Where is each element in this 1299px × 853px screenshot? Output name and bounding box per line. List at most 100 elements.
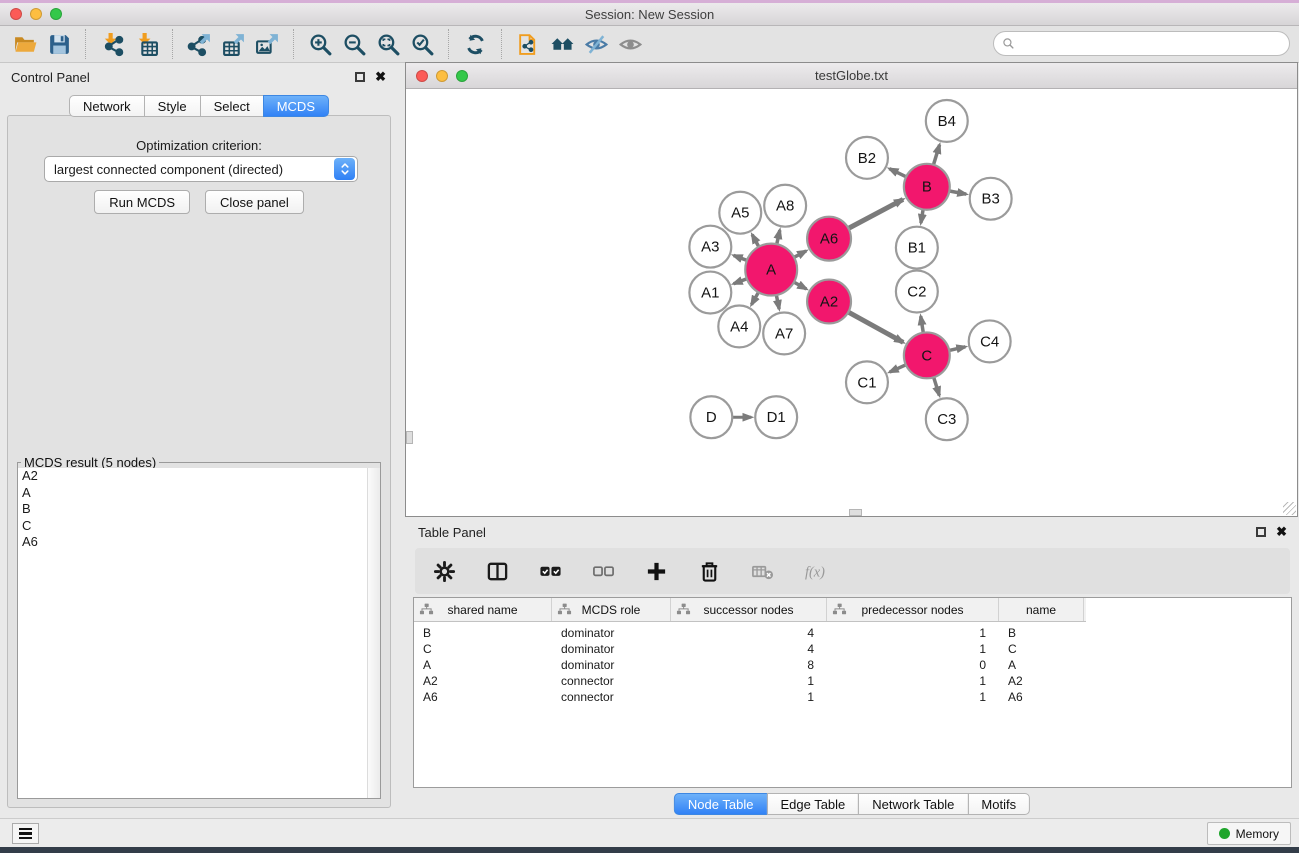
graph-node-B4[interactable]: B4 bbox=[926, 100, 968, 142]
tab-node-table[interactable]: Node Table bbox=[674, 793, 768, 815]
open-session-button[interactable] bbox=[8, 29, 42, 60]
graph-edge-C-C4[interactable] bbox=[949, 347, 965, 351]
graph-edge-A-A5[interactable] bbox=[752, 235, 759, 247]
table-cell[interactable]: dominator bbox=[552, 658, 671, 672]
graph-edge-C-C3[interactable] bbox=[934, 377, 940, 395]
show-all-button[interactable] bbox=[613, 29, 647, 60]
tab-style[interactable]: Style bbox=[144, 95, 201, 117]
graph-node-A6[interactable]: A6 bbox=[807, 217, 851, 261]
graph-node-C1[interactable]: C1 bbox=[846, 361, 888, 403]
graph-node-A8[interactable]: A8 bbox=[764, 185, 806, 227]
export-table-button[interactable] bbox=[216, 29, 250, 60]
graph-node-A7[interactable]: A7 bbox=[763, 312, 805, 354]
column-header-successor-nodes[interactable]: successor nodes bbox=[671, 598, 827, 621]
tab-motifs[interactable]: Motifs bbox=[967, 793, 1030, 815]
graph-node-B1[interactable]: B1 bbox=[896, 227, 938, 269]
network-canvas[interactable]: B4B2BB3A5A8A6A3B1AA1C2A2A4A7C4CC1C3DD1 bbox=[406, 89, 1297, 516]
select-all-button[interactable] bbox=[537, 558, 563, 584]
graph-node-C3[interactable]: C3 bbox=[926, 398, 968, 440]
table-cell[interactable]: B bbox=[999, 626, 1084, 640]
tab-network-table[interactable]: Network Table bbox=[858, 793, 968, 815]
graph-edge-A-A7[interactable] bbox=[776, 295, 779, 309]
table-cell[interactable]: A6 bbox=[999, 690, 1084, 704]
delete-column-button[interactable] bbox=[696, 558, 722, 584]
table-panel-mode-button[interactable] bbox=[484, 558, 510, 584]
column-header-MCDS-role[interactable]: MCDS role bbox=[552, 598, 671, 621]
result-scrollbar[interactable] bbox=[367, 468, 380, 798]
table-cell[interactable]: 1 bbox=[827, 690, 999, 704]
graph-node-A[interactable]: A bbox=[745, 244, 797, 296]
table-cell[interactable]: A bbox=[414, 658, 552, 672]
table-row[interactable]: Bdominator41B bbox=[414, 625, 1291, 641]
tab-mcds[interactable]: MCDS bbox=[263, 95, 329, 117]
float-panel-icon[interactable] bbox=[355, 72, 365, 82]
add-column-button[interactable] bbox=[643, 558, 669, 584]
table-settings-button[interactable] bbox=[431, 558, 457, 584]
graph-node-A3[interactable]: A3 bbox=[689, 226, 731, 268]
new-network-from-selection-button[interactable] bbox=[511, 29, 545, 60]
hide-selected-button[interactable] bbox=[579, 29, 613, 60]
table-row[interactable]: Adominator80A bbox=[414, 657, 1291, 673]
zoom-selected-button[interactable] bbox=[405, 29, 439, 60]
table-cell[interactable]: dominator bbox=[552, 642, 671, 656]
table-cell[interactable]: dominator bbox=[552, 626, 671, 640]
search-input[interactable] bbox=[1020, 37, 1281, 51]
export-image-button[interactable] bbox=[250, 29, 284, 60]
graph-node-C[interactable]: C bbox=[904, 332, 950, 378]
graph-node-B3[interactable]: B3 bbox=[970, 178, 1012, 220]
graph-edge-C-C1[interactable] bbox=[890, 365, 906, 372]
run-mcds-button[interactable]: Run MCDS bbox=[94, 190, 190, 214]
table-cell[interactable]: 1 bbox=[827, 642, 999, 656]
save-session-button[interactable] bbox=[42, 29, 76, 60]
graph-edge-A-A6[interactable] bbox=[794, 251, 806, 257]
graph-node-B2[interactable]: B2 bbox=[846, 137, 888, 179]
mcds-result-item[interactable]: A6 bbox=[18, 534, 380, 551]
zoom-fit-button[interactable] bbox=[371, 29, 405, 60]
table-cell[interactable]: 1 bbox=[827, 674, 999, 688]
tab-edge-table[interactable]: Edge Table bbox=[766, 793, 859, 815]
column-header-name[interactable]: name bbox=[999, 598, 1084, 621]
table-cell[interactable]: 1 bbox=[671, 674, 827, 688]
graph-node-A2[interactable]: A2 bbox=[807, 280, 851, 324]
table-cell[interactable]: 1 bbox=[671, 690, 827, 704]
tab-network[interactable]: Network bbox=[69, 95, 145, 117]
graph-node-B[interactable]: B bbox=[904, 164, 950, 210]
table-cell[interactable]: A2 bbox=[414, 674, 552, 688]
table-cell[interactable]: 8 bbox=[671, 658, 827, 672]
mcds-result-item[interactable]: C bbox=[18, 518, 380, 535]
table-cell[interactable]: A6 bbox=[414, 690, 552, 704]
graph-node-A5[interactable]: A5 bbox=[719, 192, 761, 234]
table-cell[interactable]: A bbox=[999, 658, 1084, 672]
close-table-panel-icon[interactable]: ✖ bbox=[1276, 527, 1287, 537]
import-table-button[interactable] bbox=[129, 29, 163, 60]
resize-grip[interactable] bbox=[1283, 502, 1296, 515]
deselect-all-button[interactable] bbox=[590, 558, 616, 584]
close-panel-icon[interactable]: ✖ bbox=[375, 72, 386, 82]
close-panel-button[interactable]: Close panel bbox=[205, 190, 304, 214]
mcds-result-item[interactable]: B bbox=[18, 501, 380, 518]
column-header-predecessor-nodes[interactable]: predecessor nodes bbox=[827, 598, 999, 621]
graph-edge-A-A8[interactable] bbox=[777, 230, 780, 244]
tab-select[interactable]: Select bbox=[200, 95, 264, 117]
task-history-button[interactable] bbox=[12, 823, 39, 844]
table-cell[interactable]: 1 bbox=[827, 626, 999, 640]
table-row[interactable]: A6connector11A6 bbox=[414, 689, 1291, 705]
table-cell[interactable]: connector bbox=[552, 674, 671, 688]
export-network-button[interactable] bbox=[182, 29, 216, 60]
table-cell[interactable]: 0 bbox=[827, 658, 999, 672]
optimization-criterion-select[interactable]: largest connected component (directed) bbox=[44, 156, 358, 182]
graph-node-A1[interactable]: A1 bbox=[689, 272, 731, 314]
left-grip-handle[interactable] bbox=[406, 431, 413, 444]
float-table-panel-icon[interactable] bbox=[1256, 527, 1266, 537]
mcds-result-item[interactable]: A2 bbox=[18, 468, 380, 485]
graph-edge-A-A3[interactable] bbox=[734, 255, 747, 260]
table-cell[interactable]: C bbox=[999, 642, 1084, 656]
table-cell[interactable]: connector bbox=[552, 690, 671, 704]
graph-node-C2[interactable]: C2 bbox=[896, 271, 938, 313]
bottom-grip-handle[interactable] bbox=[849, 509, 862, 516]
graph-node-D[interactable]: D bbox=[690, 396, 732, 438]
memory-button[interactable]: Memory bbox=[1207, 822, 1291, 845]
zoom-out-button[interactable] bbox=[337, 29, 371, 60]
table-cell[interactable]: A2 bbox=[999, 674, 1084, 688]
graph-edge-C-C2[interactable] bbox=[921, 316, 924, 333]
